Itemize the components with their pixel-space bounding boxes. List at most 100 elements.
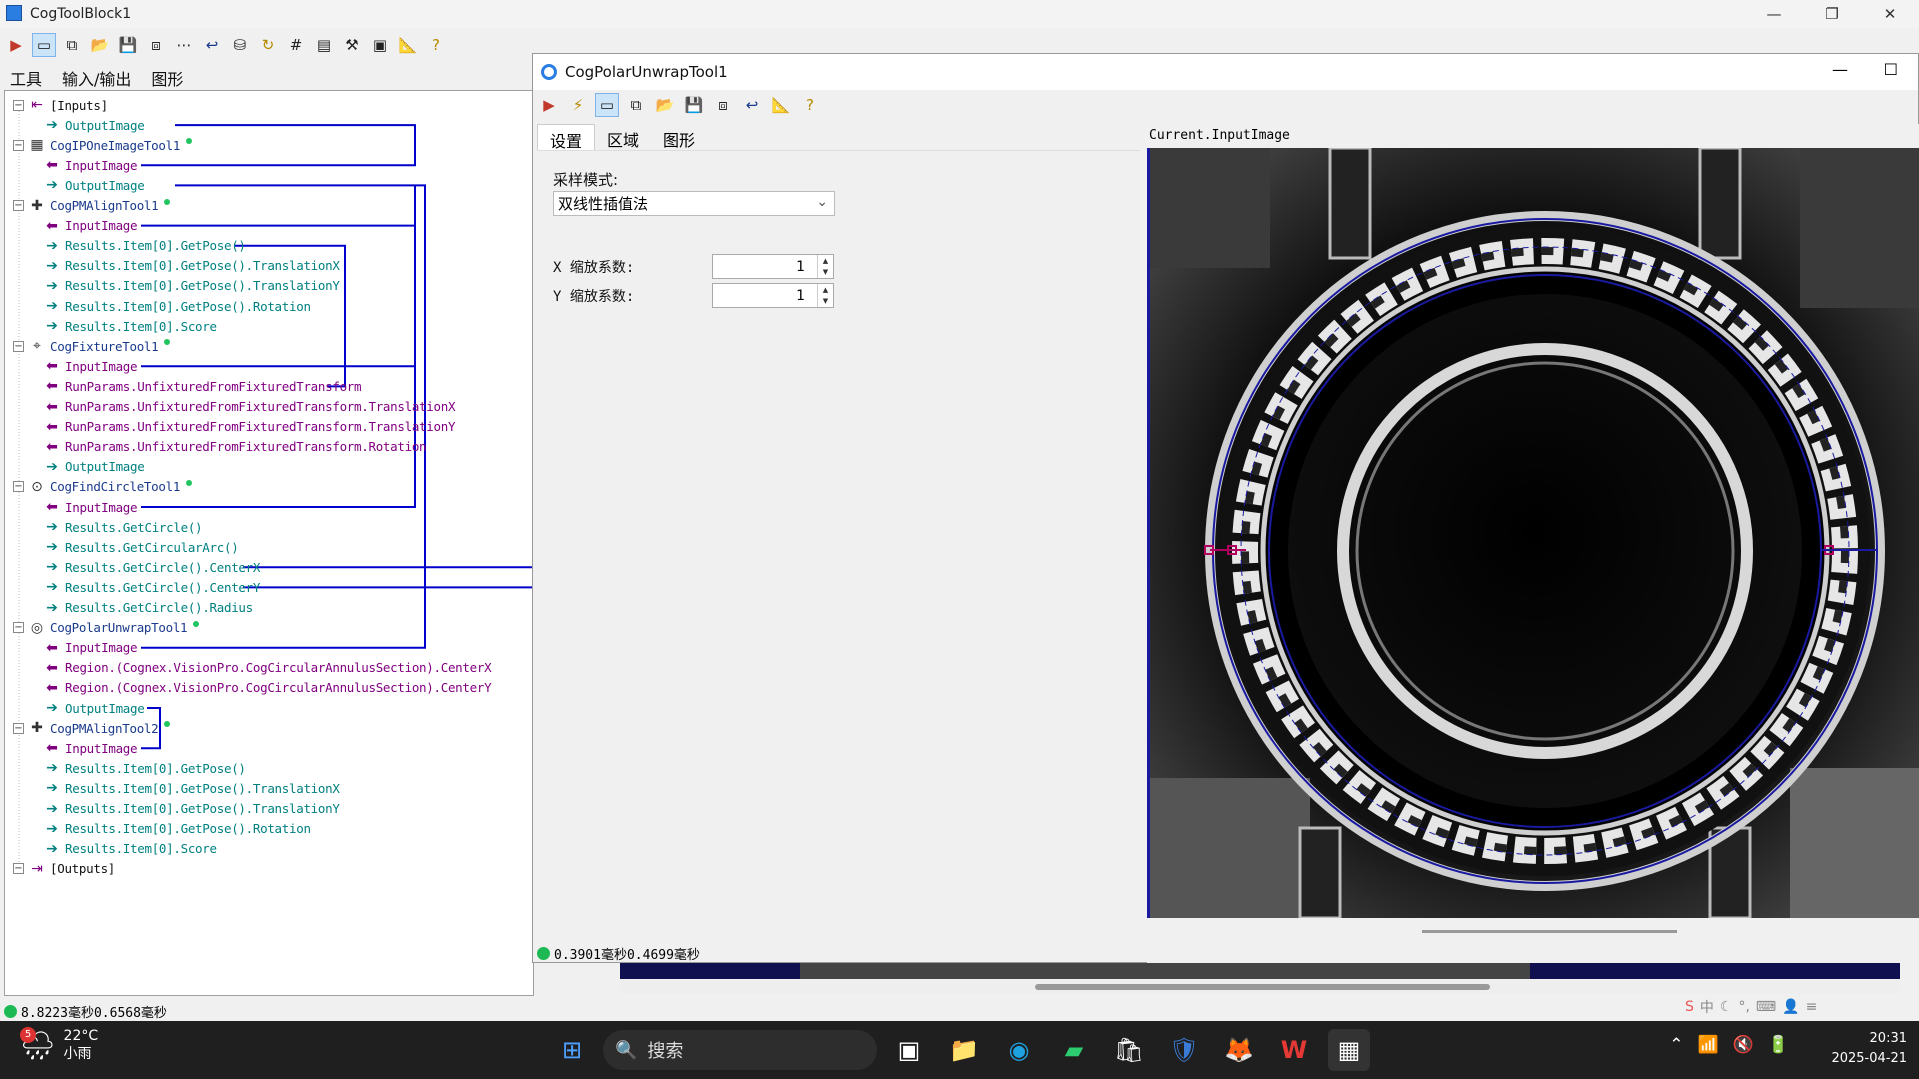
file-explorer-icon[interactable]: 📁	[943, 1029, 985, 1071]
wps-icon[interactable]: W	[1273, 1029, 1315, 1071]
terminal-input-row[interactable]: ⬅ InputImage	[41, 356, 137, 376]
terminal-icon[interactable]: ⋯	[172, 33, 196, 57]
terminal-output-row[interactable]: ➔ OutputImage	[41, 457, 145, 477]
terminal-output-row[interactable]: ➔ Results.Item[0].GetPose().Rotation	[41, 296, 311, 316]
sogou-ime-icon[interactable]: S	[1685, 999, 1694, 1015]
polar-maximize-icon[interactable]: ☐	[1884, 60, 1898, 79]
terminal-output-row[interactable]: ➔ Results.Item[0].GetPose().TranslationX	[41, 256, 340, 276]
tree-tool-node[interactable]: − ⌖ CogFixtureTool1	[13, 336, 171, 356]
terminal-input-row[interactable]: ⬅ InputImage	[41, 216, 137, 236]
script-icon[interactable]: ▤	[312, 33, 336, 57]
run-icon[interactable]: ▶	[4, 33, 28, 57]
collapse-icon[interactable]: −	[13, 622, 24, 634]
terminal-output-row[interactable]: ➔ Results.GetCircle().Radius	[41, 598, 253, 618]
electric-run-icon[interactable]: ⚡	[566, 93, 590, 117]
task-view-icon[interactable]: ▣	[888, 1029, 930, 1071]
image-canvas[interactable]	[1147, 148, 1919, 918]
save-icon[interactable]: 💾	[116, 33, 140, 57]
help-icon[interactable]: ?	[424, 33, 448, 57]
x-scale-input[interactable]: 1 ▲ ▼	[712, 254, 834, 279]
collapse-icon[interactable]: −	[13, 340, 24, 352]
terminal-input-row[interactable]: ⬅ RunParams.UnfixturedFromFixturedTransfo…	[41, 397, 455, 417]
tree-tool-node[interactable]: − ✚ CogPMAlignTool1	[13, 196, 171, 216]
speaker-muted-icon[interactable]: 🔇	[1733, 1035, 1754, 1055]
terminal-input-row[interactable]: ⬅ RunParams.UnfixturedFromFixturedTransfo…	[41, 437, 426, 457]
polar-graph-icon[interactable]: 📐	[769, 93, 793, 117]
tab-io[interactable]: 输入/输出	[52, 64, 141, 89]
tab-polar-graphics[interactable]: 图形	[651, 124, 707, 150]
chevron-up-icon[interactable]: ⌃	[1669, 1035, 1683, 1055]
terminal-output-row[interactable]: ➔ Results.GetCircle()	[41, 517, 202, 537]
y-scale-input[interactable]: 1 ▲ ▼	[712, 283, 834, 308]
polar-minimize-icon[interactable]: —	[1832, 60, 1848, 79]
polar-reset-icon[interactable]: ↩	[740, 93, 764, 117]
terminal-output-row[interactable]: ➔ OutputImage	[41, 175, 145, 195]
terminal-output-row[interactable]: ➔ Results.Item[0].GetPose().TranslationY	[41, 276, 340, 296]
terminal-input-row[interactable]: ⬅ RunParams.UnfixturedFromFixturedTransfo…	[41, 376, 361, 396]
terminal-output-row[interactable]: ➔ Results.Item[0].Score	[41, 839, 217, 859]
y-scale-stepper[interactable]: ▲ ▼	[817, 284, 833, 307]
start-icon[interactable]: ⊞	[551, 1029, 593, 1071]
terminal-input-row[interactable]: ⬅ InputImage	[41, 497, 137, 517]
minimize-icon[interactable]: —	[1745, 0, 1803, 28]
tab-tools[interactable]: 工具	[0, 64, 52, 89]
tree-tool-node[interactable]: − ▦ CogIPOneImageTool1	[13, 135, 193, 155]
collapse-icon[interactable]: −	[13, 481, 24, 493]
wechat-icon[interactable]: ▰	[1053, 1029, 1095, 1071]
visionpro-icon[interactable]: ▦	[1328, 1029, 1370, 1071]
polar-save-icon[interactable]: 💾	[682, 93, 706, 117]
taskbar-search[interactable]: 🔍 搜索	[603, 1030, 877, 1070]
image-scrollbar[interactable]	[1422, 930, 1677, 933]
debug-icon[interactable]: ▣	[368, 33, 392, 57]
collapse-icon[interactable]: −	[13, 722, 24, 734]
terminal-output-row[interactable]: ➔ OutputImage	[41, 115, 145, 135]
collapse-icon[interactable]: −	[13, 200, 24, 211]
terminal-output-row[interactable]: ➔ Results.Item[0].Score	[41, 316, 217, 336]
battery-icon[interactable]: 🔋	[1768, 1035, 1789, 1055]
tree-group-node[interactable]: − ⇤ [Inputs]	[13, 95, 108, 115]
ime-user-icon[interactable]: 👤	[1782, 999, 1799, 1015]
security-icon[interactable]: 🛡	[1163, 1029, 1205, 1071]
ime-menu-icon[interactable]: ≡	[1806, 999, 1818, 1015]
tree-tool-node[interactable]: − ◎ CogPolarUnwrapTool1	[13, 618, 200, 638]
polar-help-icon[interactable]: ?	[798, 93, 822, 117]
terminal-input-row[interactable]: ⬅ Region.(Cognex.VisionPro.CogCircularAnn…	[41, 658, 492, 678]
edge-icon[interactable]: ◉	[998, 1029, 1040, 1071]
database-icon[interactable]: ⛁	[228, 33, 252, 57]
ime-punct-icon[interactable]: °,	[1738, 999, 1749, 1015]
terminal-output-row[interactable]: ➔ Results.Item[0].GetPose().TranslationX	[41, 778, 340, 798]
x-scale-stepper[interactable]: ▲ ▼	[817, 255, 833, 278]
show-image-icon[interactable]: ▭	[32, 33, 56, 57]
ime-keyboard-icon[interactable]: ⌨	[1756, 999, 1776, 1015]
terminal-input-row[interactable]: ⬅ InputImage	[41, 738, 137, 758]
weather-widget[interactable]: 🌧 5 22°C 小雨	[20, 1026, 98, 1063]
save-as-icon[interactable]: ⧈	[144, 33, 168, 57]
tree-tool-node[interactable]: − ✚ CogPMAlignTool2	[13, 718, 171, 738]
terminal-output-row[interactable]: ➔ Results.GetCircle().CenterY	[41, 577, 260, 597]
terminal-output-row[interactable]: ➔ OutputImage	[41, 698, 145, 718]
tree-tool-node[interactable]: − ⊙ CogFindCircleTool1	[13, 477, 193, 497]
ime-moon-icon[interactable]: ☾	[1720, 999, 1733, 1015]
tree-group-node[interactable]: − ⇥ [Outputs]	[13, 859, 115, 879]
reset-icon[interactable]: ↩	[200, 33, 224, 57]
collapse-icon[interactable]: −	[13, 139, 24, 151]
polar-multi-view-icon[interactable]: ⧉	[624, 93, 648, 117]
terminal-output-row[interactable]: ➔ Results.GetCircle().CenterX	[41, 557, 260, 577]
terminal-output-row[interactable]: ➔ Results.GetCircularArc()	[41, 537, 239, 557]
wifi-icon[interactable]: 📶	[1697, 1035, 1718, 1055]
firefox-icon[interactable]: 🦊	[1218, 1029, 1260, 1071]
terminal-output-row[interactable]: ➔ Results.Item[0].GetPose()	[41, 758, 246, 778]
refresh-icon[interactable]: ↻	[256, 33, 280, 57]
polar-show-image-icon[interactable]: ▭	[595, 93, 619, 117]
tab-region[interactable]: 区域	[595, 124, 651, 150]
collapse-icon[interactable]: −	[13, 863, 24, 875]
ime-mode-icon[interactable]: 中	[1700, 997, 1714, 1017]
open-folder-icon[interactable]: 📂	[88, 33, 112, 57]
polar-open-icon[interactable]: 📂	[653, 93, 677, 117]
sampling-mode-select[interactable]: 双线性插值法 ⌄	[553, 191, 835, 216]
terminal-input-row[interactable]: ⬅ InputImage	[41, 638, 137, 658]
graph-icon[interactable]: 📐	[396, 33, 420, 57]
polar-save-as-icon[interactable]: ⧈	[711, 93, 735, 117]
terminal-input-row[interactable]: ⬅ InputImage	[41, 155, 137, 175]
terminal-output-row[interactable]: ➔ Results.Item[0].GetPose()	[41, 236, 246, 256]
